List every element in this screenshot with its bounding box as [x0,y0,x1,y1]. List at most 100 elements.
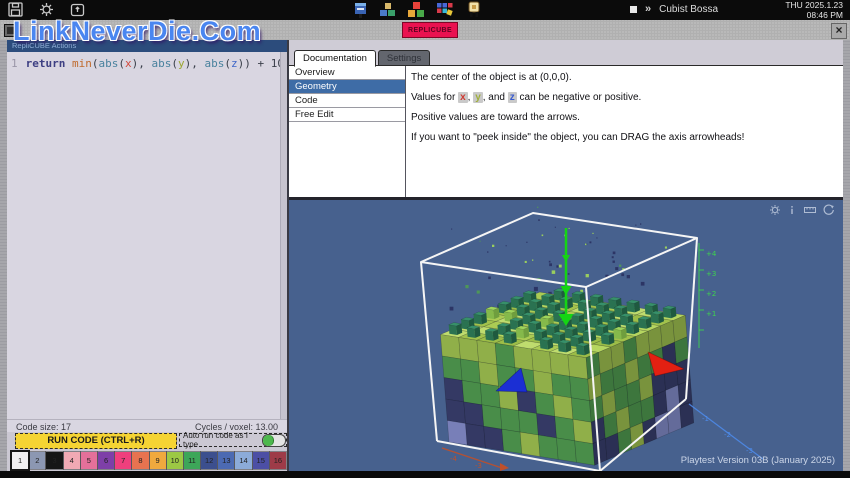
voxel-left-cell [570,376,590,400]
tiles-app-icon[interactable] [436,1,455,19]
voxel-viewport[interactable]: +4+3+2+1-1-2-3-4-3 Playtest Version 03B … [289,200,843,471]
floating-voxel [450,307,454,311]
floating-voxel [552,270,556,274]
track-title: Cubist Bossa [659,4,718,15]
voxel-left-cell [575,441,595,465]
info-icon[interactable] [786,204,798,216]
cubes-app-icon[interactable] [407,1,426,19]
reset-view-icon[interactable] [822,204,835,216]
window-title-tab[interactable]: REPLICUBE [402,22,458,38]
doc-tabbar: DocumentationSettings [294,50,432,66]
floating-voxel [506,245,507,246]
toggle-knob [263,435,274,446]
voxel-left-cell [518,411,538,435]
palette-swatch-12[interactable]: 12 [201,452,217,469]
voxel-left-cell [495,343,515,367]
palette-swatch-1[interactable]: 1 [12,452,28,469]
doc-body: The center of the object is at (0,0,0).V… [405,66,843,198]
robot-app-icon[interactable] [465,1,483,19]
floating-voxel [451,229,452,230]
voxel-left-cell [477,340,497,364]
sidebar-item-overview[interactable]: Overview [289,66,405,80]
var-chip-x: x [458,92,468,103]
axis-arrowhead-green[interactable] [562,255,570,262]
version-text: Playtest Version 03B (January 2025) [681,455,835,466]
palette-swatch-2[interactable]: 2 [29,452,45,469]
settings-gear-icon[interactable] [39,2,54,17]
floating-voxel [534,287,538,291]
run-code-button[interactable]: RUN CODE (CTRL+R) [15,433,177,449]
voxel-left-cell [557,438,577,462]
voxel-left-cell [459,337,479,361]
small-cube-face [485,331,493,341]
code-line[interactable]: 1return min(abs(x), abs(y), abs(z)) + 10 [11,57,284,70]
voxel-left-cell [551,373,571,397]
palette-swatch-15[interactable]: 15 [253,452,269,469]
documentation-panel: DocumentationSettings OverviewGeometryCo… [289,40,843,197]
code-token: ( [171,57,178,70]
small-cube-face [540,339,548,349]
floating-voxel [592,233,593,234]
palette-swatch-9[interactable]: 9 [150,452,166,469]
code-editor[interactable]: 1return min(abs(x), abs(y), abs(z)) + 10 [7,52,287,419]
sidebar-item-geometry[interactable]: Geometry [289,80,405,94]
code-token: z [231,57,238,70]
voxel-left-cell [480,383,500,407]
editor-scrollbar[interactable] [280,52,287,419]
floating-voxel [559,265,562,268]
sidebar-item-free-edit[interactable]: Free Edit [289,108,405,122]
mailbox-app-icon[interactable] [352,1,369,19]
palette-swatch-14[interactable]: 14 [235,452,251,469]
floating-voxel [635,225,636,226]
floating-voxel [492,245,494,247]
palette-row: 12345678910111213141516 [7,450,287,471]
sidebar-item-code[interactable]: Code [289,94,405,108]
floating-voxel [537,207,538,208]
taskbar-app-icons [352,1,483,19]
code-token: + [251,57,271,70]
floating-voxel [477,291,480,294]
auto-run-group: Auto run code as I type [179,433,287,447]
skip-icon[interactable]: » [645,3,651,15]
small-cube-face [467,328,475,338]
small-cube-face [576,345,584,355]
floating-voxel [480,241,481,242]
palette-swatch-16[interactable]: 16 [270,452,286,469]
stop-icon[interactable] [630,6,637,13]
blocks-app-icon[interactable] [379,1,397,19]
voxel-left-cell [479,362,499,386]
voxel-left-cell [571,398,591,422]
doc-sidebar: OverviewGeometryCodeFree Edit [289,66,405,198]
palette-swatch-6[interactable]: 6 [98,452,114,469]
wireframe-top [421,213,697,287]
dimensions-icon[interactable] [803,204,817,216]
auto-run-toggle[interactable] [262,434,286,447]
palette-swatch-8[interactable]: 8 [132,452,148,469]
doc-paragraph: The center of the object is at (0,0,0). [411,72,835,83]
system-icons [8,2,85,17]
close-icon[interactable]: × [831,23,847,39]
z-axis-label: -1 [702,415,709,423]
color-palette: 12345678910111213141516 [12,452,287,469]
floating-voxel [488,277,491,280]
voxel-left-cell [573,419,593,443]
palette-swatch-5[interactable]: 5 [81,452,97,469]
palette-swatch-4[interactable]: 4 [64,452,80,469]
floating-voxel [526,242,527,243]
display-settings-icon[interactable] [769,204,781,216]
floating-voxel [487,251,488,252]
voxel-left-cell [555,416,575,440]
palette-swatch-7[interactable]: 7 [115,452,131,469]
palette-swatch-13[interactable]: 13 [218,452,234,469]
palette-swatch-3[interactable]: 3 [46,452,62,469]
floating-voxel [542,235,544,237]
voxel-left-cell [484,426,504,450]
palette-swatch-10[interactable]: 10 [167,452,183,469]
save-icon[interactable] [8,2,23,17]
tab-documentation[interactable]: Documentation [294,50,376,67]
floating-voxel [569,228,570,229]
watermark: LinkNeverDie.Com [13,16,261,47]
screenshot-icon[interactable] [70,2,85,17]
window-right-border[interactable] [843,40,850,471]
palette-swatch-11[interactable]: 11 [184,452,200,469]
